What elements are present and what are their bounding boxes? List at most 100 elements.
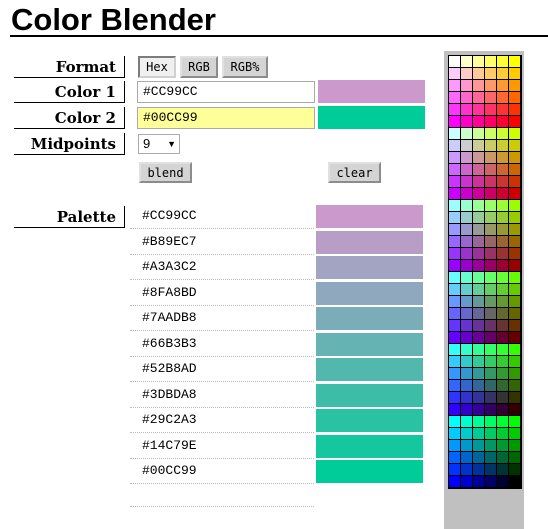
color-picker-cell[interactable] bbox=[509, 188, 521, 200]
color-picker-cell[interactable] bbox=[485, 212, 497, 224]
color-picker-cell[interactable] bbox=[509, 116, 521, 128]
color-picker-cell[interactable] bbox=[497, 164, 509, 176]
color-picker-cell[interactable] bbox=[461, 176, 473, 188]
color-picker-cell[interactable] bbox=[497, 152, 509, 164]
color-picker-cell[interactable] bbox=[473, 416, 485, 428]
color-picker-cell[interactable] bbox=[461, 164, 473, 176]
color-picker-cell[interactable] bbox=[449, 176, 461, 188]
color-picker-cell[interactable] bbox=[473, 152, 485, 164]
color-picker-cell[interactable] bbox=[497, 464, 509, 476]
color-picker-cell[interactable] bbox=[485, 176, 497, 188]
color-picker-cell[interactable] bbox=[473, 80, 485, 92]
format-hex-button[interactable]: Hex bbox=[138, 56, 176, 78]
format-rgb-button[interactable]: RGB bbox=[180, 56, 218, 78]
palette-swatch[interactable] bbox=[316, 434, 423, 458]
color-picker-cell[interactable] bbox=[461, 368, 473, 380]
color-picker-cell[interactable] bbox=[449, 104, 461, 116]
color-picker-cell[interactable] bbox=[509, 56, 521, 68]
color-picker-cell[interactable] bbox=[473, 116, 485, 128]
color-picker-cell[interactable] bbox=[497, 476, 509, 488]
color-picker-cell[interactable] bbox=[509, 464, 521, 476]
color-picker-cell[interactable] bbox=[485, 476, 497, 488]
color-picker-cell[interactable] bbox=[461, 128, 473, 140]
color-picker-cell[interactable] bbox=[449, 80, 461, 92]
color-picker-cell[interactable] bbox=[497, 200, 509, 212]
color-picker-cell[interactable] bbox=[473, 140, 485, 152]
color-picker-cell[interactable] bbox=[449, 368, 461, 380]
color-picker-cell[interactable] bbox=[473, 320, 485, 332]
color-picker-cell[interactable] bbox=[461, 296, 473, 308]
color-picker-grid[interactable] bbox=[448, 55, 522, 489]
palette-swatch[interactable] bbox=[316, 383, 423, 407]
color-picker-cell[interactable] bbox=[461, 224, 473, 236]
color-picker-cell[interactable] bbox=[449, 140, 461, 152]
color-picker-cell[interactable] bbox=[509, 380, 521, 392]
color-picker-cell[interactable] bbox=[497, 368, 509, 380]
color1-input[interactable]: #CC99CC bbox=[137, 81, 315, 103]
color-picker-cell[interactable] bbox=[461, 428, 473, 440]
color-picker-cell[interactable] bbox=[449, 236, 461, 248]
color-picker-cell[interactable] bbox=[485, 344, 497, 356]
color-picker-cell[interactable] bbox=[509, 404, 521, 416]
color-picker-cell[interactable] bbox=[485, 224, 497, 236]
color-picker-cell[interactable] bbox=[509, 308, 521, 320]
color-picker-cell[interactable] bbox=[485, 284, 497, 296]
color-picker-cell[interactable] bbox=[509, 152, 521, 164]
color-picker-cell[interactable] bbox=[497, 428, 509, 440]
color-picker-cell[interactable] bbox=[473, 236, 485, 248]
color-picker-cell[interactable] bbox=[485, 188, 497, 200]
color-picker-cell[interactable] bbox=[461, 344, 473, 356]
color-picker-cell[interactable] bbox=[497, 392, 509, 404]
color-picker-cell[interactable] bbox=[497, 116, 509, 128]
color-picker-cell[interactable] bbox=[461, 308, 473, 320]
color-picker-cell[interactable] bbox=[449, 476, 461, 488]
color-picker-cell[interactable] bbox=[485, 164, 497, 176]
color-picker-cell[interactable] bbox=[497, 380, 509, 392]
color-picker-cell[interactable] bbox=[497, 56, 509, 68]
color-picker-cell[interactable] bbox=[473, 392, 485, 404]
color-picker-cell[interactable] bbox=[473, 272, 485, 284]
color-picker-cell[interactable] bbox=[473, 200, 485, 212]
color-picker-cell[interactable] bbox=[461, 116, 473, 128]
color-picker-cell[interactable] bbox=[497, 404, 509, 416]
color-picker-cell[interactable] bbox=[449, 164, 461, 176]
color-picker-cell[interactable] bbox=[461, 440, 473, 452]
color-picker-cell[interactable] bbox=[473, 404, 485, 416]
palette-swatch[interactable] bbox=[316, 281, 423, 305]
color-picker-cell[interactable] bbox=[497, 344, 509, 356]
color-picker-cell[interactable] bbox=[473, 56, 485, 68]
color-picker-cell[interactable] bbox=[449, 56, 461, 68]
color-picker-cell[interactable] bbox=[461, 140, 473, 152]
color-picker-cell[interactable] bbox=[485, 236, 497, 248]
color-picker-cell[interactable] bbox=[461, 452, 473, 464]
color-picker-cell[interactable] bbox=[497, 92, 509, 104]
color-picker-cell[interactable] bbox=[461, 476, 473, 488]
palette-swatch[interactable] bbox=[316, 460, 423, 483]
color-picker-cell[interactable] bbox=[509, 428, 521, 440]
color-picker-cell[interactable] bbox=[509, 68, 521, 80]
color-picker-cell[interactable] bbox=[473, 464, 485, 476]
color-picker-cell[interactable] bbox=[485, 356, 497, 368]
color-picker-cell[interactable] bbox=[485, 380, 497, 392]
palette-swatch[interactable] bbox=[316, 307, 423, 330]
color-picker-cell[interactable] bbox=[449, 332, 461, 344]
palette-swatch[interactable] bbox=[316, 409, 423, 432]
color-picker-cell[interactable] bbox=[509, 92, 521, 104]
color-picker-cell[interactable] bbox=[509, 164, 521, 176]
color-picker-cell[interactable] bbox=[473, 284, 485, 296]
color-picker-cell[interactable] bbox=[497, 104, 509, 116]
color-picker-cell[interactable] bbox=[485, 116, 497, 128]
color-picker-cell[interactable] bbox=[449, 452, 461, 464]
color-picker-cell[interactable] bbox=[509, 392, 521, 404]
color-picker-cell[interactable] bbox=[497, 272, 509, 284]
color-picker-cell[interactable] bbox=[497, 452, 509, 464]
color-picker-cell[interactable] bbox=[473, 452, 485, 464]
color-picker-cell[interactable] bbox=[473, 92, 485, 104]
color-picker-cell[interactable] bbox=[509, 284, 521, 296]
palette-swatch[interactable] bbox=[316, 358, 423, 381]
color-picker-cell[interactable] bbox=[497, 332, 509, 344]
color-picker-cell[interactable] bbox=[449, 392, 461, 404]
color-picker-cell[interactable] bbox=[449, 440, 461, 452]
color-picker-cell[interactable] bbox=[461, 356, 473, 368]
color-picker-cell[interactable] bbox=[497, 224, 509, 236]
